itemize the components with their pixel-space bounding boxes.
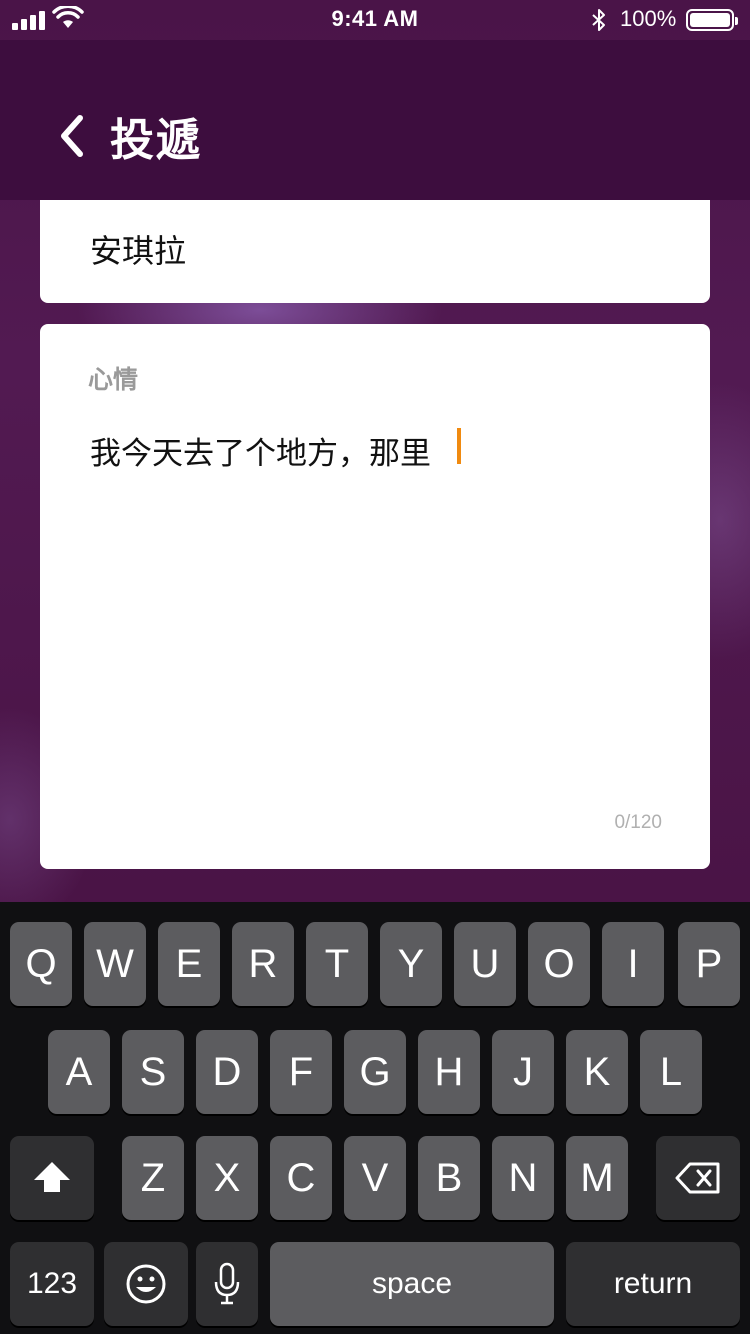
- key-g[interactable]: G: [344, 1030, 406, 1114]
- delete-key[interactable]: [656, 1136, 740, 1220]
- key-t[interactable]: T: [306, 922, 368, 1006]
- key-i[interactable]: I: [602, 922, 664, 1006]
- key-h[interactable]: H: [418, 1030, 480, 1114]
- key-u[interactable]: U: [454, 922, 516, 1006]
- key-j[interactable]: J: [492, 1030, 554, 1114]
- key-y[interactable]: Y: [380, 922, 442, 1006]
- key-x[interactable]: X: [196, 1136, 258, 1220]
- mood-card[interactable]: 心情 我今天去了个地方，那里 0/120: [40, 324, 710, 869]
- key-d[interactable]: D: [196, 1030, 258, 1114]
- character-counter: 0/120: [614, 812, 662, 833]
- key-e[interactable]: E: [158, 922, 220, 1006]
- key-l[interactable]: L: [640, 1030, 702, 1114]
- keyboard: Q W E R T Y U O I P A S D F G H J K L Z …: [0, 902, 750, 1334]
- key-z[interactable]: Z: [122, 1136, 184, 1220]
- mood-text-input[interactable]: 我今天去了个地方，那里: [90, 428, 431, 473]
- mood-label: 心情: [88, 366, 139, 394]
- key-v[interactable]: V: [344, 1136, 406, 1220]
- key-m[interactable]: M: [566, 1136, 628, 1220]
- key-n[interactable]: N: [492, 1136, 554, 1220]
- key-w[interactable]: W: [84, 922, 146, 1006]
- name-value: 安琪拉: [90, 233, 187, 269]
- navigation-bar: 投遞: [0, 40, 750, 200]
- return-key[interactable]: return: [566, 1242, 740, 1326]
- space-key[interactable]: space: [270, 1242, 554, 1326]
- name-card[interactable]: 安琪拉: [40, 200, 710, 303]
- key-o[interactable]: O: [528, 922, 590, 1006]
- status-bar: 9:41 AM 100%: [0, 0, 750, 40]
- key-s[interactable]: S: [122, 1030, 184, 1114]
- battery-icon: [686, 9, 738, 31]
- key-q[interactable]: Q: [10, 922, 72, 1006]
- key-p[interactable]: P: [678, 922, 740, 1006]
- key-b[interactable]: B: [418, 1136, 480, 1220]
- key-r[interactable]: R: [232, 922, 294, 1006]
- text-cursor: [457, 428, 461, 464]
- page-title: 投遞: [110, 116, 202, 165]
- delete-icon: [675, 1162, 720, 1194]
- emoji-icon: [126, 1264, 166, 1304]
- battery-percent: 100%: [620, 6, 677, 31]
- back-chevron-icon[interactable]: [56, 114, 88, 158]
- key-k[interactable]: K: [566, 1030, 628, 1114]
- key-a[interactable]: A: [48, 1030, 110, 1114]
- numbers-key[interactable]: 123: [10, 1242, 94, 1326]
- microphone-icon: [214, 1262, 240, 1305]
- key-f[interactable]: F: [270, 1030, 332, 1114]
- microphone-key[interactable]: [196, 1242, 258, 1326]
- emoji-key[interactable]: [104, 1242, 188, 1326]
- shift-key[interactable]: [10, 1136, 94, 1220]
- key-c[interactable]: C: [270, 1136, 332, 1220]
- shift-icon: [34, 1162, 70, 1192]
- bluetooth-icon: [592, 9, 605, 31]
